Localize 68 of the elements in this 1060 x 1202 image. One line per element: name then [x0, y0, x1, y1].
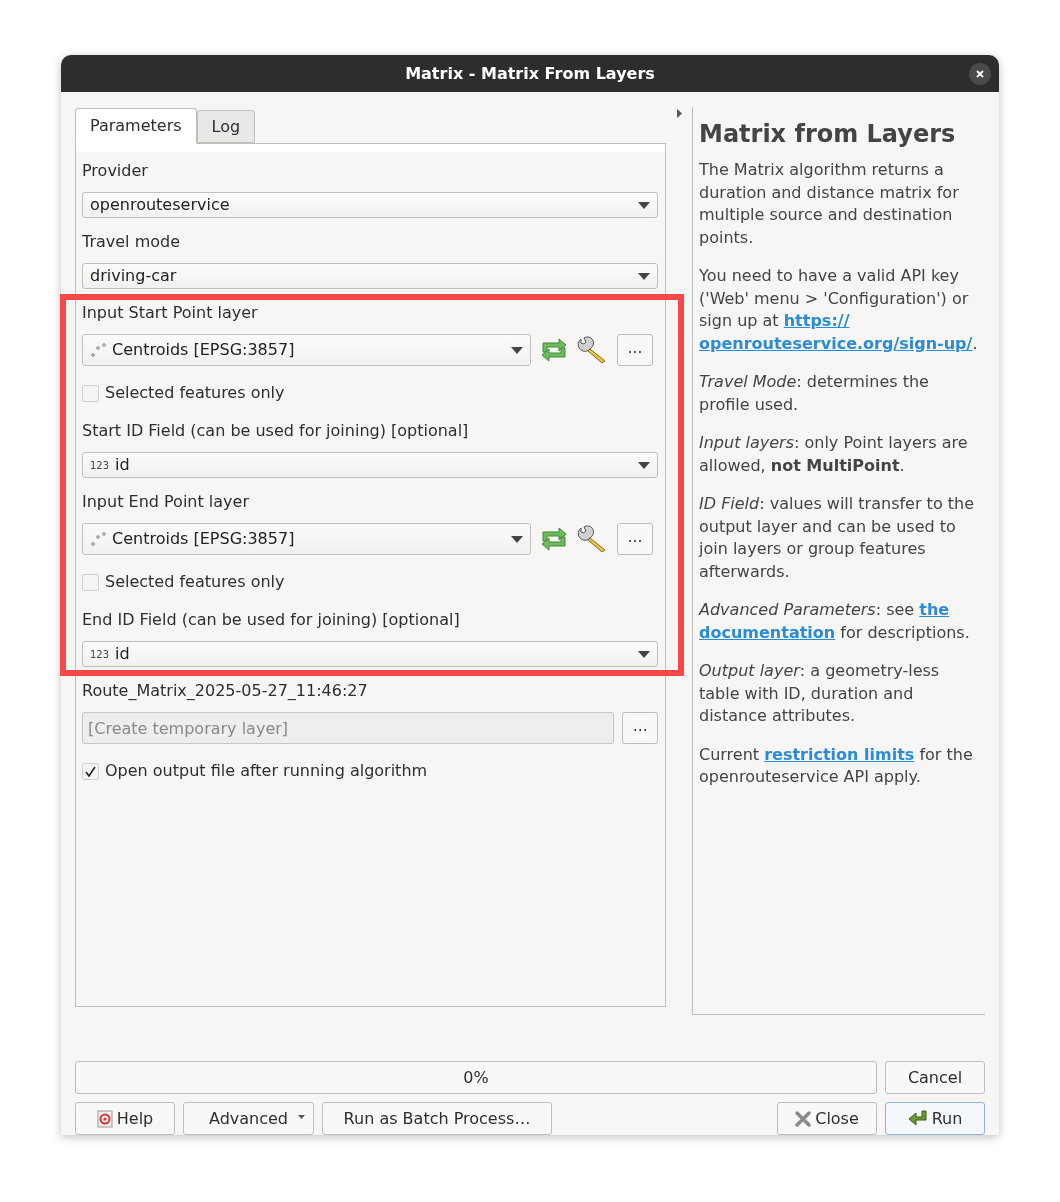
help-paragraph: Advanced Parameters: see the documentation for descriptions. — [699, 599, 971, 644]
checkmark-icon — [85, 765, 96, 777]
dropdown-caret-icon — [511, 535, 523, 543]
refresh-arrows-icon[interactable] — [539, 338, 569, 362]
parameter-label: End ID Field (can be used for joining) [optional] — [82, 609, 461, 631]
output-layer-field[interactable]: [Create temporary layer] — [82, 712, 615, 744]
parameter-label: Provider — [82, 160, 149, 182]
checkbox-label: Selected features only — [105, 382, 285, 404]
dropdown[interactable]: driving-car — [82, 263, 659, 289]
close-button[interactable]: Close — [777, 1102, 877, 1135]
checkbox-label: Open output file after running algorithm — [105, 760, 428, 782]
dropdown-caret-icon — [638, 461, 651, 469]
menu-caret-icon — [298, 1115, 305, 1119]
progress-reading: 0% — [463, 1066, 489, 1089]
run-button[interactable]: Run — [885, 1102, 985, 1135]
dropdown[interactable]: Centroids [EPSG:3857] — [82, 523, 531, 555]
help-paragraph: You need to have a valid API key ('Web' menu > 'Configuration') or sign up at https:// openrouteservice.org/sign-up/. — [699, 265, 977, 355]
dropdown-caret-icon — [638, 201, 651, 209]
dropdown-value: Centroids [EPSG:3857] — [112, 528, 296, 550]
browse-button[interactable]: … — [617, 334, 653, 366]
refresh-arrows-icon[interactable] — [539, 527, 569, 551]
dropdown[interactable]: 123 id — [82, 452, 659, 478]
run-arrow-icon — [907, 1109, 928, 1128]
checkbox[interactable] — [82, 384, 99, 402]
dropdown-caret-icon — [638, 650, 651, 658]
dropdown-value: Centroids [EPSG:3857] — [112, 339, 296, 361]
point-layer-icon — [90, 342, 106, 358]
dropdown-value: id — [115, 454, 131, 476]
browse-button[interactable]: … — [617, 523, 653, 555]
parameter-label: Route_Matrix_2025-05-27_11:46:27 — [82, 680, 369, 702]
dropdown[interactable]: Centroids [EPSG:3857] — [82, 334, 531, 366]
parameter-label: Start ID Field (can be used for joining) [optional] — [82, 420, 470, 442]
point-layer-icon — [90, 531, 106, 547]
parameter-label: Travel mode — [82, 231, 182, 253]
collapse-arrow-icon[interactable] — [676, 109, 682, 118]
type-label: 123 — [90, 647, 110, 662]
help-paragraph: ID Field: values will transfer to the output layer and can be used to join layers or group features afterwards. — [699, 493, 975, 583]
dropdown-caret-icon — [511, 346, 523, 354]
help-paragraph: Input layers: only Point layers are allowed, not MultiPoint. — [699, 432, 969, 477]
dropdown[interactable]: openrouteservice — [82, 192, 659, 218]
help-paragraph: The Matrix algorithm returns a duration and distance matrix for multiple source and destination points. — [699, 159, 960, 249]
dropdown[interactable]: 123 id — [82, 641, 659, 667]
tab[interactable]: Parameters — [75, 108, 197, 144]
browse-button[interactable]: … — [622, 712, 659, 744]
help-button[interactable]: Help — [75, 1102, 175, 1135]
help-icon — [96, 1109, 113, 1128]
checkbox-label: Selected features only — [105, 571, 285, 593]
close-icon — [976, 70, 984, 78]
checkbox[interactable] — [82, 762, 99, 780]
tab[interactable]: Log — [196, 110, 256, 143]
plain-button[interactable]: Run as Batch Process… — [322, 1102, 552, 1135]
window-title: Matrix - Matrix From Layers — [405, 62, 655, 85]
close-icon — [795, 1110, 812, 1127]
help-paragraph: Current restriction limits for the openrouteservice API apply. — [699, 743, 974, 788]
help-title: Matrix from Layers — [699, 119, 957, 149]
help-paragraph: Output layer: a geometry-less table with ID, duration and distance attributes. — [699, 660, 941, 727]
dropdown-value: driving-car — [90, 265, 178, 287]
menu-button[interactable]: Advanced — [183, 1102, 314, 1135]
dropdown-caret-icon — [638, 272, 651, 280]
checkbox[interactable] — [82, 573, 99, 591]
parameter-label: Input End Point layer — [82, 491, 250, 513]
cancel-button[interactable]: Cancel — [885, 1061, 985, 1094]
dropdown-value: openrouteservice — [90, 194, 231, 216]
parameter-label: Input Start Point layer — [82, 302, 259, 324]
help-paragraph: Travel Mode: determines the profile used. — [699, 371, 930, 416]
type-label: 123 — [90, 458, 110, 473]
dropdown-value: id — [115, 643, 131, 665]
close-window-button[interactable] — [969, 63, 991, 85]
